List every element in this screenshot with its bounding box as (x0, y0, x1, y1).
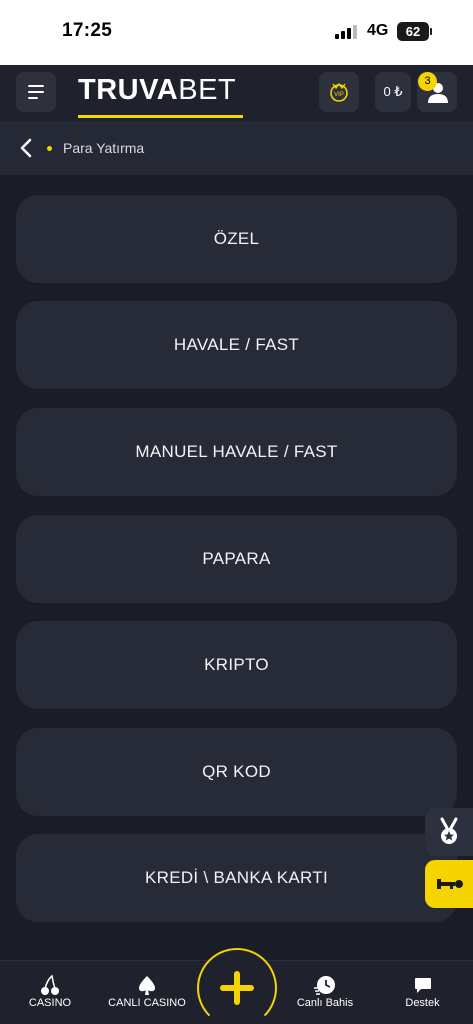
top-bar: TRUVABET VIP 0 ₺ (0, 65, 473, 121)
nav-live-casino-label: CANLI CASINO (108, 997, 186, 1009)
deposit-plus-button[interactable] (197, 948, 277, 1024)
breadcrumb: Para Yatırma (0, 121, 473, 175)
chat-icon (414, 978, 431, 993)
status-bar: 17:25 4G 62 (0, 0, 473, 65)
nav-live-betting[interactable]: Canlı Bahis (285, 961, 365, 1024)
nav-casino[interactable]: CASINO (10, 961, 90, 1024)
nav-live-betting-label: Canlı Bahis (296, 997, 354, 1009)
key-icon (437, 879, 463, 889)
payment-method-manuel-havale-fast[interactable]: MANUEL HAVALE / FAST (16, 408, 457, 496)
payment-method-ozel[interactable]: ÖZEL (16, 195, 457, 283)
nav-live-casino[interactable]: CANLI CASINO (102, 961, 192, 1024)
medal-icon (440, 817, 458, 844)
nav-casino-label: CASINO (28, 997, 72, 1009)
payment-method-list: ÖZEL HAVALE / FAST MANUEL HAVALE / FAST … (0, 175, 473, 960)
payment-method-qr-kod[interactable]: QR KOD (16, 728, 457, 816)
vip-button[interactable]: VIP (319, 72, 359, 112)
back-button[interactable] (14, 135, 40, 161)
page-title: Para Yatırma (63, 140, 145, 156)
logo-light: BET (178, 74, 237, 106)
status-time: 17:25 (62, 20, 113, 41)
balance-button[interactable]: 0 ₺ (375, 72, 411, 112)
battery-tip (430, 28, 432, 35)
payment-method-credit-card[interactable]: KREDİ \ BANKA KARTI (16, 834, 457, 922)
battery-icon: 62 (397, 22, 429, 41)
logo[interactable]: TRUVABET (78, 74, 243, 118)
network-type: 4G (367, 22, 389, 39)
breadcrumb-dot (47, 146, 52, 151)
menu-icon (28, 85, 44, 87)
signal-icon (335, 24, 357, 39)
nav-support-label: Destek (405, 997, 440, 1009)
payment-method-havale-fast[interactable]: HAVALE / FAST (16, 301, 457, 389)
logo-underline (78, 115, 243, 118)
cherry-icon (41, 974, 59, 995)
plus-icon (220, 971, 254, 1005)
menu-icon (28, 91, 44, 93)
svg-text:VIP: VIP (334, 92, 344, 98)
notification-badge[interactable]: 3 (418, 72, 437, 91)
vip-icon: VIP (330, 82, 348, 102)
login-tab[interactable] (425, 860, 473, 908)
menu-icon (28, 97, 38, 99)
payment-method-papara[interactable]: PAPARA (16, 515, 457, 603)
spade-icon (139, 976, 155, 995)
clock-icon (314, 976, 335, 995)
nav-support[interactable]: Destek (385, 961, 460, 1024)
menu-button[interactable] (16, 72, 56, 112)
payment-method-kripto[interactable]: KRIPTO (16, 621, 457, 709)
back-chevron-icon (20, 138, 32, 158)
logo-bold: TRUVA (78, 74, 179, 106)
rewards-tab[interactable] (425, 808, 473, 856)
